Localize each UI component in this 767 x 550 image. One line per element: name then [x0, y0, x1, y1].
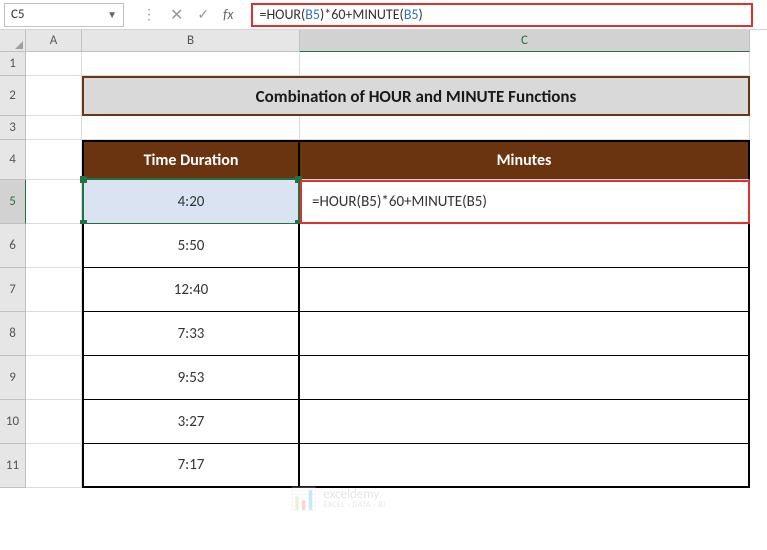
- cell-a6[interactable]: [26, 224, 82, 268]
- row-headers: 1 2 3 4 5 6 7 8 9 10 11: [0, 52, 26, 488]
- cell-a1[interactable]: [26, 52, 82, 76]
- cell-b5[interactable]: 4:20: [82, 180, 300, 224]
- col-header-b[interactable]: B: [82, 30, 300, 52]
- cell-a8[interactable]: [26, 312, 82, 356]
- cell-a5[interactable]: [26, 180, 82, 224]
- cell-c7[interactable]: [300, 268, 750, 312]
- cell-c1[interactable]: [300, 52, 750, 76]
- row-header-9[interactable]: 9: [0, 356, 26, 400]
- cell-a9[interactable]: [26, 356, 82, 400]
- cell-b8[interactable]: 7:33: [82, 312, 300, 356]
- cell-b9[interactable]: 9:53: [82, 356, 300, 400]
- chart-icon: 📊: [290, 485, 317, 512]
- header-time[interactable]: Time Duration: [82, 140, 300, 180]
- name-box[interactable]: C5 ▼: [4, 3, 124, 27]
- cell-a11[interactable]: [26, 444, 82, 488]
- column-headers: A B C: [26, 30, 750, 52]
- row-header-2[interactable]: 2: [0, 76, 26, 116]
- formula-controls: ⋮ ✕ ✓ fx: [124, 5, 251, 25]
- title-cell[interactable]: Combination of HOUR and MINUTE Functions: [82, 76, 750, 116]
- cell-c3[interactable]: [300, 116, 750, 140]
- cell-b7[interactable]: 12:40: [82, 268, 300, 312]
- header-minutes[interactable]: Minutes: [300, 140, 750, 180]
- row-header-8[interactable]: 8: [0, 312, 26, 356]
- cell-c9[interactable]: [300, 356, 750, 400]
- cell-c10[interactable]: [300, 400, 750, 444]
- cell-a4[interactable]: [26, 140, 82, 180]
- row-header-3[interactable]: 3: [0, 116, 26, 140]
- formula-bar: C5 ▼ ⋮ ✕ ✓ fx =HOUR(B5)*60+MINUTE(B5): [0, 0, 767, 30]
- cell-a7[interactable]: [26, 268, 82, 312]
- cell-b11[interactable]: 7:17: [82, 444, 300, 488]
- cell-a2[interactable]: [26, 76, 82, 116]
- cell-a3[interactable]: [26, 116, 82, 140]
- col-header-a[interactable]: A: [26, 30, 82, 52]
- row-header-11[interactable]: 11: [0, 444, 26, 488]
- row-header-1[interactable]: 1: [0, 52, 26, 76]
- enter-icon[interactable]: ✓: [197, 6, 209, 23]
- chevron-down-icon[interactable]: ▼: [107, 8, 117, 21]
- cells-area: Combination of HOUR and MINUTE Functions…: [26, 52, 750, 488]
- formula-input[interactable]: =HOUR(B5)*60+MINUTE(B5): [251, 3, 753, 27]
- name-box-value: C5: [11, 7, 107, 22]
- cell-b10[interactable]: 3:27: [82, 400, 300, 444]
- fx-icon[interactable]: fx: [223, 6, 233, 23]
- row-header-10[interactable]: 10: [0, 400, 26, 444]
- cell-c6[interactable]: [300, 224, 750, 268]
- cell-c5[interactable]: =HOUR(B5)*60+MINUTE(B5): [300, 180, 750, 224]
- cell-b6[interactable]: 5:50: [82, 224, 300, 268]
- watermark: 📊 exceldemy EXCEL · DATA · BI: [290, 485, 386, 512]
- row-header-4[interactable]: 4: [0, 140, 26, 180]
- cancel-icon[interactable]: ✕: [170, 5, 183, 25]
- cell-b1[interactable]: [82, 52, 300, 76]
- row-header-7[interactable]: 7: [0, 268, 26, 312]
- page-title: Combination of HOUR and MINUTE Functions: [256, 86, 577, 107]
- col-header-c[interactable]: C: [300, 30, 750, 52]
- cell-a10[interactable]: [26, 400, 82, 444]
- formula-text: =HOUR(B5)*60+MINUTE(B5): [259, 6, 422, 23]
- divider-icon: ⋮: [142, 6, 156, 23]
- cell-c8[interactable]: [300, 312, 750, 356]
- cell-b3[interactable]: [82, 116, 300, 140]
- row-header-5[interactable]: 5: [0, 180, 26, 224]
- cell-c11[interactable]: [300, 444, 750, 488]
- select-all-corner[interactable]: [0, 30, 26, 52]
- row-header-6[interactable]: 6: [0, 224, 26, 268]
